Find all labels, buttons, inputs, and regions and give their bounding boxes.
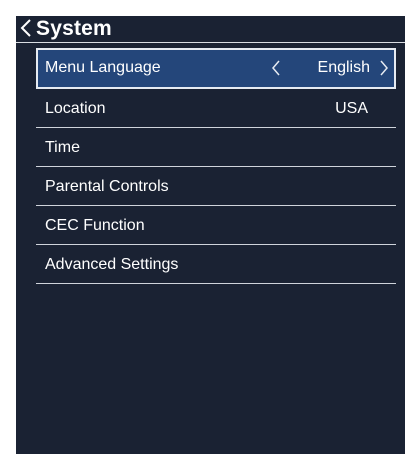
menu-item-location[interactable]: Location USA — [36, 89, 396, 128]
menu-item-advanced-settings[interactable]: Advanced Settings — [36, 245, 396, 284]
menu-item-label: Location — [45, 100, 106, 117]
menu-item-label: Time — [45, 139, 80, 156]
location-value: USA — [335, 100, 368, 117]
chevron-left-icon[interactable] — [19, 17, 33, 39]
panel-header: System — [16, 16, 405, 43]
menu-item-menu-language[interactable]: Menu Language English — [36, 48, 396, 89]
chevron-right-icon[interactable] — [379, 59, 389, 77]
chevron-left-icon[interactable] — [271, 59, 281, 77]
page-title: System — [36, 17, 112, 40]
menu-item-time[interactable]: Time — [36, 128, 396, 167]
menu-item-label: Menu Language — [45, 59, 161, 76]
menu-language-value: English — [317, 59, 370, 76]
menu-item-parental-controls[interactable]: Parental Controls — [36, 167, 396, 206]
menu-item-cec-function[interactable]: CEC Function — [36, 206, 396, 245]
menu-item-label: Advanced Settings — [45, 256, 179, 273]
menu-item-label: Parental Controls — [45, 178, 169, 195]
settings-menu: Menu Language English Location USA Time … — [36, 48, 396, 284]
menu-item-label: CEC Function — [45, 217, 145, 234]
system-settings-panel: System Menu Language English Location US… — [16, 16, 405, 454]
